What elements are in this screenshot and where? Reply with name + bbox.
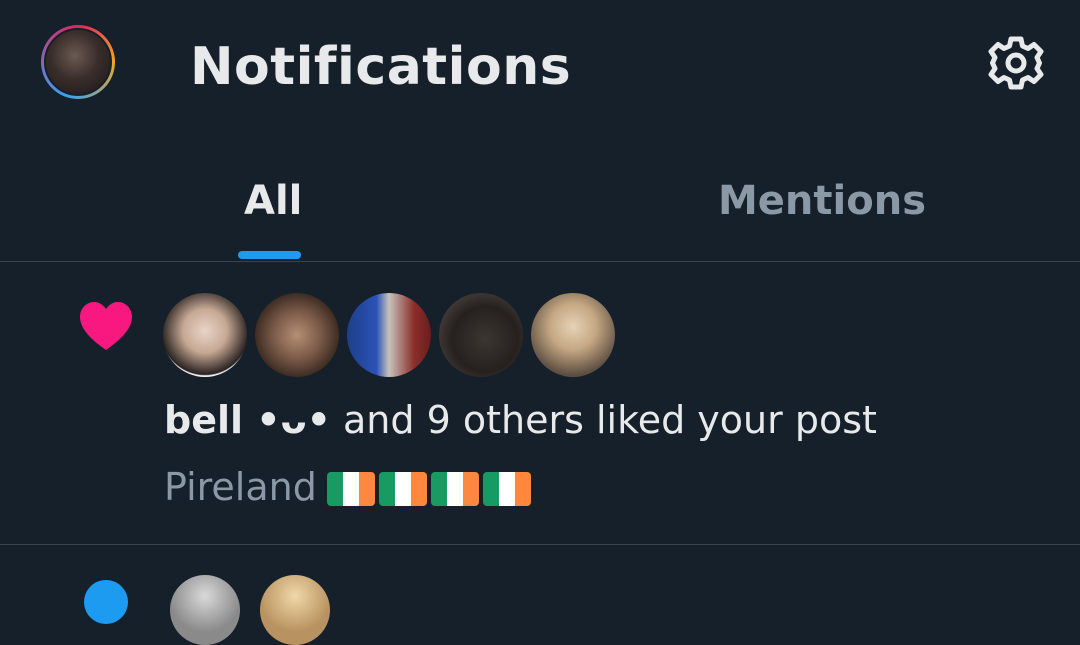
ireland-flag-icon [378, 472, 427, 506]
notification-tabs: All Mentions [0, 136, 1080, 262]
avatar-image [44, 28, 112, 96]
notification-text: bell •ᴗ• and 9 others liked your post [164, 395, 877, 445]
ireland-flag-icon [482, 472, 531, 506]
avatar[interactable] [347, 293, 431, 377]
top-bar: Notifications [0, 0, 1080, 136]
notification-item[interactable]: bell •ᴗ• and 9 others liked your post Pi… [0, 262, 1080, 545]
profile-avatar[interactable] [41, 25, 115, 99]
ireland-flag-icon [326, 472, 375, 506]
avatar[interactable] [439, 293, 523, 377]
ireland-flag-icon [430, 472, 479, 506]
avatar[interactable] [531, 293, 615, 377]
avatar[interactable] [255, 293, 339, 377]
post-text: Pireland [164, 465, 317, 509]
notification-action: and 9 others liked your post [330, 398, 877, 442]
avatar[interactable] [163, 293, 247, 377]
avatar[interactable] [260, 575, 330, 645]
notification-item-next[interactable] [0, 545, 1080, 645]
tab-mentions[interactable]: Mentions [718, 176, 926, 226]
notification-type-icon [84, 580, 128, 624]
post-preview: Pireland [164, 462, 535, 515]
avatar[interactable] [170, 575, 240, 645]
user-name[interactable]: bell •ᴗ• [164, 398, 331, 442]
tab-all[interactable]: All [244, 176, 302, 226]
flag-emojis [326, 465, 535, 515]
heart-icon [80, 302, 132, 350]
tab-indicator [238, 251, 301, 259]
page-title: Notifications [190, 37, 572, 97]
gear-icon[interactable] [986, 33, 1046, 93]
